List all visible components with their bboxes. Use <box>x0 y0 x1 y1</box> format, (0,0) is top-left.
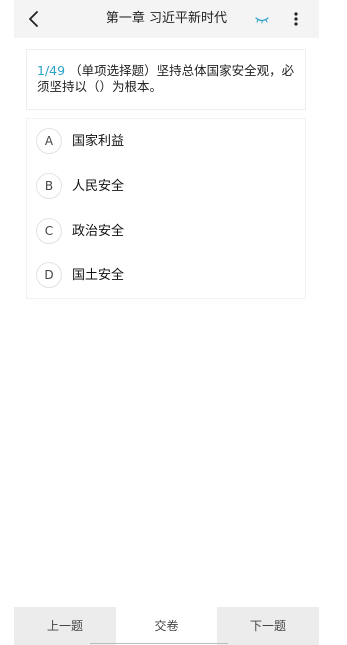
bottom-bar: 上一题 交卷 下一题 <box>14 607 319 645</box>
option-b[interactable]: B 人民安全 <box>36 173 286 201</box>
options-list: A 国家利益 B 人民安全 C 政治安全 D 国土安全 <box>26 118 306 299</box>
option-a[interactable]: A 国家利益 <box>36 128 286 156</box>
top-bar: 第一章 习近平新时代 <box>14 0 319 38</box>
home-indicator <box>90 643 228 644</box>
option-text: 国土安全 <box>72 268 125 283</box>
question-index: 1/49 <box>37 63 66 78</box>
eye-toggle-button[interactable] <box>253 12 271 26</box>
chevron-left-icon <box>29 11 38 27</box>
option-letter: A <box>36 128 62 154</box>
option-text: 国家利益 <box>72 134 125 149</box>
option-text: 政治安全 <box>72 224 125 239</box>
option-letter: D <box>36 262 62 288</box>
submit-exam-button[interactable]: 交卷 <box>116 607 217 645</box>
next-question-button[interactable]: 下一题 <box>217 607 319 645</box>
option-c[interactable]: C 政治安全 <box>36 218 286 246</box>
question-text: （单项选择题）坚持总体国家安全观，必须坚持以（）为根本。 <box>37 63 295 94</box>
vertical-dots-icon <box>294 12 298 26</box>
question-card: 1/49 （单项选择题）坚持总体国家安全观，必须坚持以（）为根本。 <box>26 49 306 110</box>
option-letter: C <box>36 218 62 244</box>
closed-eye-icon <box>255 17 269 24</box>
option-text: 人民安全 <box>72 179 125 194</box>
prev-question-button[interactable]: 上一题 <box>14 607 116 645</box>
option-letter: B <box>36 173 62 199</box>
more-button[interactable] <box>289 9 303 29</box>
back-button[interactable] <box>26 10 42 28</box>
option-d[interactable]: D 国土安全 <box>36 262 286 290</box>
chapter-title: 第一章 习近平新时代 <box>105 11 228 26</box>
